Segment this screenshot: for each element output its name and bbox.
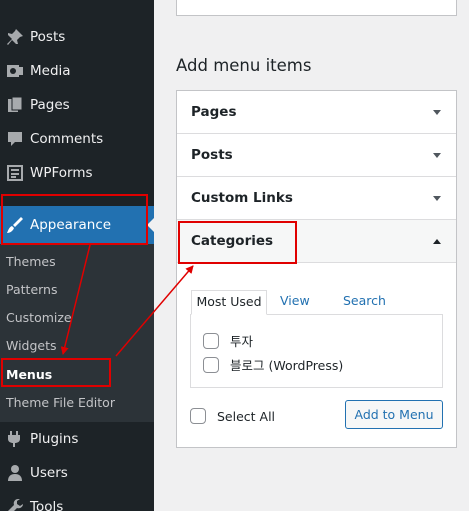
- category-checkbox[interactable]: [203, 332, 219, 349]
- submenu-item-themes[interactable]: Themes: [6, 254, 56, 269]
- sidebar-item-label: Comments: [30, 131, 104, 147]
- annotation-box-appearance: [1, 194, 148, 245]
- accordion-pages[interactable]: Pages: [177, 91, 456, 134]
- plug-icon: [0, 430, 30, 448]
- accordion-title: Pages: [191, 104, 237, 120]
- sidebar-item-label: WPForms: [30, 165, 93, 181]
- select-all-row[interactable]: Select All: [190, 408, 275, 424]
- sidebar-item-tools[interactable]: Tools: [0, 490, 154, 511]
- wrench-icon: [0, 498, 30, 511]
- sidebar-item-posts[interactable]: Posts: [0, 20, 154, 54]
- user-icon: [0, 464, 30, 482]
- sidebar-item-label: Plugins: [30, 431, 79, 447]
- wpforms-icon: [0, 164, 30, 182]
- annotation-box-categories: [178, 221, 297, 264]
- submenu-item-customize[interactable]: Customize: [6, 310, 72, 325]
- sidebar-item-label: Users: [30, 465, 68, 481]
- caret-up-icon[interactable]: [433, 239, 441, 244]
- menu-structure-card: [176, 0, 457, 16]
- appearance-submenu: Themes Patterns Customize Widgets Menus …: [0, 244, 154, 422]
- accordion-custom-links[interactable]: Custom Links: [177, 177, 456, 220]
- caret-down-icon[interactable]: [433, 110, 441, 115]
- admin-sidebar: Posts Media Pages Comments WPForms Appea…: [0, 0, 155, 511]
- sidebar-item-label: Tools: [30, 499, 64, 511]
- select-all-checkbox[interactable]: [190, 408, 206, 424]
- submenu-item-widgets[interactable]: Widgets: [6, 338, 57, 353]
- sidebar-item-pages[interactable]: Pages: [0, 88, 154, 122]
- media-icon: [0, 62, 30, 80]
- caret-down-icon[interactable]: [433, 153, 441, 158]
- select-all-label: Select All: [217, 408, 276, 424]
- caret-down-icon[interactable]: [433, 196, 441, 201]
- submenu-item-patterns[interactable]: Patterns: [6, 282, 57, 297]
- add-menu-items-accordion: Pages Posts Custom Links Categories: [176, 90, 457, 448]
- accordion-title: Posts: [191, 147, 233, 163]
- sidebar-item-users[interactable]: Users: [0, 456, 154, 490]
- tab-view-all[interactable]: View All: [280, 290, 310, 330]
- sidebar-item-comments[interactable]: Comments: [0, 122, 154, 156]
- category-label: 블로그 (WordPress): [230, 358, 344, 373]
- category-item[interactable]: 투자: [203, 331, 253, 350]
- sidebar-item-label: Pages: [30, 97, 70, 113]
- category-item[interactable]: 블로그 (WordPress): [203, 355, 343, 374]
- category-checkbox[interactable]: [203, 356, 219, 373]
- tab-search[interactable]: Search: [343, 290, 386, 315]
- sidebar-item-label: Media: [30, 63, 71, 79]
- accordion-title: Custom Links: [191, 190, 293, 206]
- accordion-posts[interactable]: Posts: [177, 134, 456, 177]
- category-checklist: [190, 314, 443, 388]
- category-label: 투자: [230, 334, 254, 349]
- pages-icon: [0, 96, 30, 114]
- pin-icon: [0, 28, 30, 46]
- sidebar-item-media[interactable]: Media: [0, 54, 154, 88]
- annotation-box-menus: [1, 358, 111, 387]
- comments-icon: [0, 130, 30, 148]
- add-to-menu-button[interactable]: Add to Menu: [345, 400, 443, 429]
- sidebar-item-label: Posts: [30, 29, 66, 45]
- submenu-item-theme-file-editor[interactable]: Theme File Editor: [6, 395, 115, 410]
- sidebar-item-wpforms[interactable]: WPForms: [0, 156, 154, 190]
- add-menu-items-heading: Add menu items: [176, 56, 312, 75]
- tab-most-used[interactable]: Most Used: [191, 290, 267, 315]
- sidebar-item-plugins[interactable]: Plugins: [0, 422, 154, 456]
